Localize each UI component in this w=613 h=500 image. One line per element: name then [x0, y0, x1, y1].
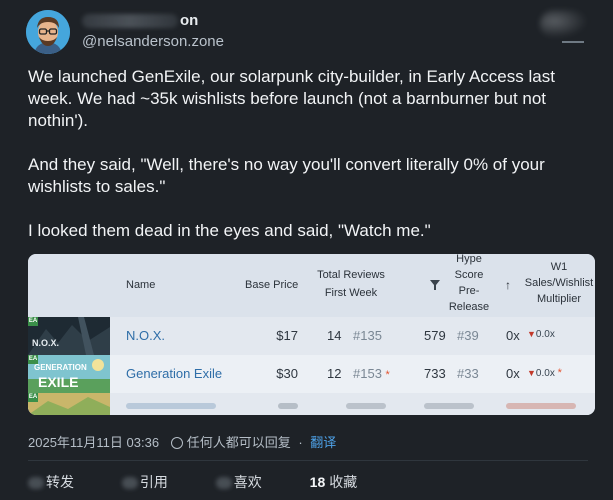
early-access-badge: EA	[28, 317, 38, 326]
hype-rank: #33	[457, 366, 479, 381]
like-stat[interactable]: 喜欢	[215, 474, 284, 490]
hype-score: 733	[424, 366, 446, 381]
table-header: Name Base Price Total Reviews First Week…	[28, 254, 595, 317]
bookmark-stat[interactable]: 18 收藏	[310, 474, 380, 490]
header-name: Name	[126, 279, 156, 291]
multiplier-value: 0x	[506, 328, 520, 343]
svg-text:EXILE: EXILE	[38, 374, 78, 390]
header-hype-score: Hype Score Pre- Release	[448, 254, 490, 313]
redacted-count	[28, 477, 44, 490]
base-price: $30	[276, 366, 298, 381]
game-thumbnail: EA	[28, 393, 110, 415]
header-base-price: Base Price	[245, 279, 299, 291]
repost-stat[interactable]: 转发	[28, 474, 96, 490]
table-row[interactable]: GENERATION EXILE EA Generation Exile $30…	[28, 355, 595, 393]
review-count: 12	[327, 366, 342, 381]
multiplier-tag: ▼0.0x	[527, 329, 555, 340]
truncated-reviews	[346, 403, 386, 409]
down-triangle-icon: ▼	[527, 329, 536, 339]
svg-text:GENERATION: GENERATION	[34, 363, 87, 372]
game-thumbnail: GENERATION EXILE EA	[28, 355, 110, 393]
multiplier-tag: ▼0.0x *	[527, 367, 562, 379]
early-access-badge: EA	[28, 393, 38, 402]
svg-text:N.O.X.: N.O.X.	[32, 338, 59, 348]
base-price: $17	[276, 328, 298, 343]
game-thumbnail: N.O.X. EA	[28, 317, 110, 355]
tweet-body: We launched GenExile, our solarpunk city…	[28, 66, 588, 264]
avatar-image	[26, 10, 70, 54]
user-handle[interactable]: @nelsanderson.zone	[82, 33, 224, 50]
tweet-paragraph: I looked them dead in the eyes and said,…	[28, 221, 431, 240]
review-rank: #153 *	[353, 366, 390, 381]
game-name-link[interactable]: Generation Exile	[126, 366, 222, 381]
redacted-name	[82, 14, 178, 29]
tweet-timestamp[interactable]: 2025年11月11日 03:36	[28, 435, 159, 450]
multiplier-value: 0x	[506, 366, 520, 381]
sort-arrow-up-icon[interactable]: ↑	[505, 277, 511, 293]
tweet-meta: 2025年11月11日 03:36 任何人都可以回复 · 翻译	[28, 435, 337, 450]
header-w1-multiplier: W1 Sales/Wishlist Multiplier	[524, 261, 594, 305]
truncated-price	[278, 403, 298, 409]
header-total-reviews: Total Reviews First Week	[317, 269, 385, 299]
star-marker-icon: *	[385, 369, 390, 381]
tweet-paragraph: And they said, "Well, there's no way you…	[28, 155, 545, 196]
early-access-badge: EA	[28, 355, 38, 364]
hype-score: 579	[424, 328, 446, 343]
truncated-multiplier	[506, 403, 576, 409]
display-name[interactable]: on	[82, 12, 212, 30]
redacted-blob	[540, 10, 588, 38]
review-count: 14	[327, 328, 342, 343]
engagement-stats: 转发 引用 喜欢 18 收藏	[28, 472, 401, 492]
review-rank: #135	[353, 328, 382, 343]
game-name-link[interactable]: N.O.X.	[126, 328, 165, 343]
reply-permission-icon	[170, 437, 183, 449]
table-row[interactable]: N.O.X. EA N.O.X. $17 14 #135 579 #39 0x …	[28, 317, 595, 355]
avatar[interactable]	[26, 10, 70, 54]
star-marker-icon: *	[557, 367, 562, 379]
reply-permission: 任何人都可以回复	[186, 435, 291, 450]
tweet-paragraph: We launched GenExile, our solarpunk city…	[28, 67, 555, 130]
translate-link[interactable]: 翻译	[310, 435, 336, 450]
down-triangle-icon: ▼	[527, 368, 536, 378]
truncated-game-name	[126, 403, 216, 409]
attached-image-table[interactable]: Name Base Price Total Reviews First Week…	[28, 254, 595, 415]
quote-stat[interactable]: 引用	[121, 474, 190, 490]
tweet-page: on @nelsanderson.zone We launched GenExi…	[0, 0, 613, 500]
redacted-count	[215, 477, 232, 490]
table-row[interactable]: EA	[28, 393, 595, 415]
hype-rank: #39	[457, 328, 479, 343]
divider	[28, 460, 588, 461]
filter-icon[interactable]	[430, 278, 440, 294]
more-options-button[interactable]	[540, 10, 588, 44]
redacted-count	[121, 477, 138, 490]
truncated-hype	[424, 403, 474, 409]
more-icon	[562, 41, 584, 43]
